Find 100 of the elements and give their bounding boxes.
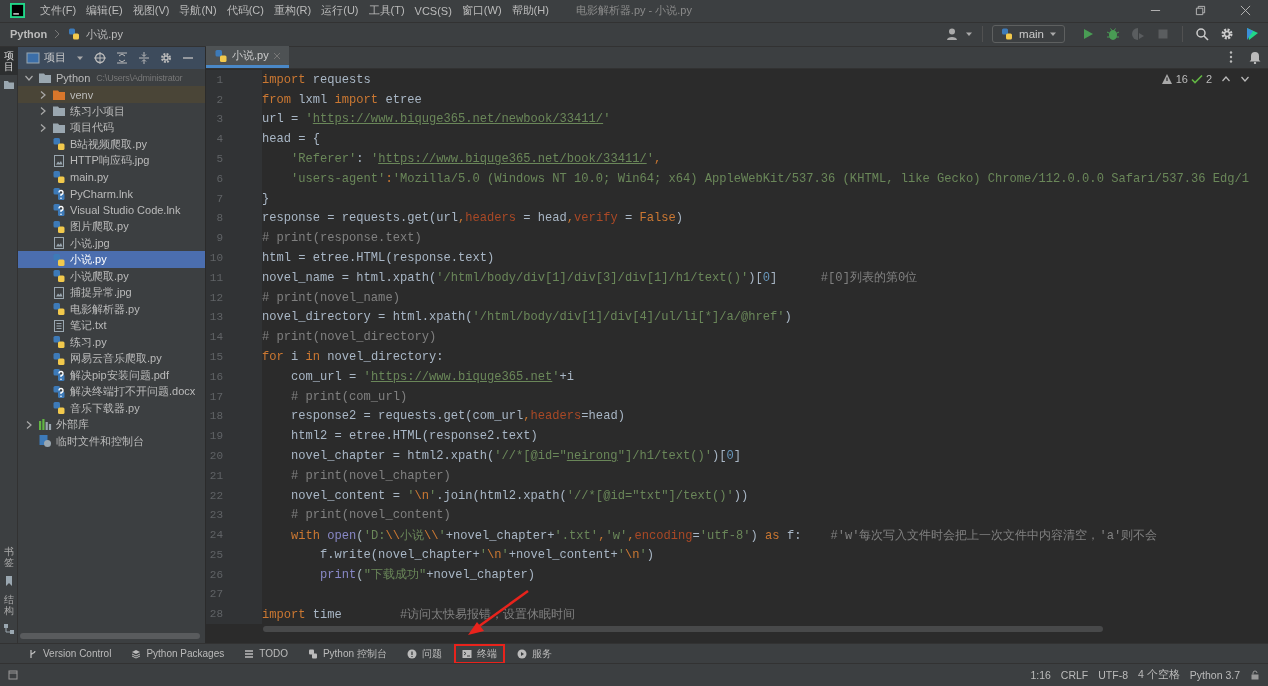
side-tab[interactable]: 书签 [0, 543, 18, 572]
settings-icon[interactable] [160, 51, 172, 64]
tree-item[interactable]: 解决终端打不开问题.docx [18, 383, 205, 400]
tree-item[interactable]: 解决pip安装问题.pdf [18, 366, 205, 384]
menu-item[interactable]: VCS(S) [409, 4, 457, 17]
tool-window-button[interactable]: TODO [236, 643, 296, 664]
code-line: print("下载成功"+novel_chapter) [319, 567, 535, 584]
code-line: with open('D:\\小说\\'+novel_chapter+'.txt','w',encoding='utf-8') as f: #'w'每次写入文件时会把上一次文件中内容清空，'a'则不会 [290, 527, 1158, 544]
tree-item[interactable]: PyCharm.lnk [18, 185, 205, 202]
menu-item[interactable]: 导航(N) [174, 3, 222, 19]
tool-window-button[interactable]: Python Packages [123, 643, 233, 664]
window-icon [26, 50, 40, 65]
tree-item[interactable]: venv [18, 86, 205, 103]
expand-all-icon[interactable] [116, 51, 128, 64]
run-icon[interactable] [1081, 27, 1095, 42]
window-title: 电影解析器.py - 小说.py [575, 3, 692, 19]
layers-icon [131, 648, 142, 659]
code-line: html2 = etree.HTML(response2.text) [290, 429, 538, 444]
locate-icon[interactable] [94, 51, 106, 64]
app-badge-icon[interactable] [1245, 27, 1259, 42]
menu-item[interactable]: 工具(T) [363, 3, 410, 19]
status-item[interactable]: CRLF [1060, 669, 1089, 682]
code-line: # print(novel_content) [290, 508, 451, 523]
tree-item[interactable]: main.py [18, 168, 205, 186]
run-configuration-selector[interactable]: main [992, 25, 1065, 44]
python-file-icon [52, 351, 66, 366]
tool-window-button[interactable]: 服务 [508, 643, 560, 664]
tree-item[interactable]: 练习.py [18, 333, 205, 351]
menu-item[interactable]: 窗口(W) [456, 3, 507, 19]
panel-selector[interactable]: 项目 [22, 50, 70, 66]
image-file-icon [52, 236, 66, 251]
code-line: 'users-agent':'Mozilla/5.0 (Windows NT 10.0; Win64; x64) AppleWebKit/537.36 (KHTML, like Gecko) Chrome/112.0.0.0 Safari/537.36 Edg/1 [290, 171, 1250, 186]
menu-item[interactable]: 代码(C) [221, 3, 269, 19]
tree-item[interactable]: 外部库 [18, 416, 205, 433]
side-tab[interactable]: 项目 [0, 46, 18, 75]
check-icon [1190, 72, 1203, 85]
menu-item[interactable]: 重构(R) [268, 3, 317, 19]
bug-icon[interactable] [1106, 27, 1120, 42]
side-tab[interactable]: 结构 [0, 591, 18, 620]
menu-item[interactable]: 视图(V) [127, 3, 175, 19]
search-icon[interactable] [1195, 27, 1209, 42]
restore-icon[interactable] [1195, 5, 1206, 17]
code-line: # print(novel_directory) [262, 330, 437, 345]
editor-tab[interactable]: 小说.py [206, 46, 289, 69]
menu-item[interactable]: 编辑(E) [81, 3, 128, 19]
tree-item[interactable]: 临时文件和控制台 [18, 432, 205, 450]
text-file-icon [52, 318, 66, 333]
info-icon [406, 648, 417, 659]
status-item[interactable]: Python 3.7 [1189, 669, 1240, 682]
menu-item[interactable]: 运行(U) [316, 3, 364, 19]
terminal-icon [461, 648, 472, 659]
weak-warning-count[interactable]: 2 [1205, 72, 1212, 85]
menu-item[interactable]: 帮助(H) [506, 3, 554, 19]
tree-item[interactable]: 项目代码 [18, 119, 205, 136]
code-line: import requests [262, 72, 371, 87]
python-file-icon [52, 269, 66, 284]
settings-icon[interactable] [1220, 27, 1234, 42]
tree-item[interactable]: 捕捉异常.jpg [18, 284, 205, 301]
python-icon [1000, 27, 1015, 42]
menu-item[interactable]: 文件(F) [35, 3, 82, 19]
tree-item[interactable]: Visual Studio Code.lnk [18, 201, 205, 219]
tree-item[interactable]: 电影解析器.py [18, 300, 205, 318]
python-file-icon [52, 219, 66, 234]
tool-window-button[interactable]: Version Control [20, 643, 120, 664]
lock-icon[interactable] [1250, 670, 1260, 681]
breadcrumb-item[interactable]: Python [10, 28, 48, 41]
scrollbar-thumb[interactable] [263, 626, 1103, 633]
tree-item[interactable]: 练习小项目 [18, 102, 205, 120]
tree-item[interactable]: 小说.jpg [18, 234, 205, 252]
status-item[interactable]: 4 个空格 [1138, 668, 1180, 683]
tree-item[interactable]: HTTP响应码.jpg [18, 152, 205, 169]
python-file-icon [214, 48, 228, 63]
folder-icon [2, 78, 15, 91]
tree-item[interactable]: 网易云音乐爬取.py [18, 350, 205, 367]
close-icon[interactable] [1240, 5, 1251, 17]
tree-item[interactable]: 图片爬取.py [18, 218, 205, 235]
tree-item[interactable]: 小说.py [18, 251, 205, 268]
tree-item[interactable]: 音乐下载器.py [18, 399, 205, 417]
warning-count[interactable]: 16 [1175, 72, 1188, 85]
code-line: 'Referer': 'https://www.biquge365.net/book/33411/', [290, 151, 662, 166]
tree-item[interactable]: 小说爬取.py [18, 267, 205, 285]
code-line: html = etree.HTML(response.text) [262, 250, 495, 265]
collapse-all-icon[interactable] [138, 51, 150, 64]
layout-icon[interactable] [8, 670, 18, 681]
code-line: # print(response.text) [262, 231, 422, 246]
scrollbar-thumb[interactable] [20, 633, 200, 640]
breadcrumb-item[interactable]: 小说.py [86, 26, 123, 42]
bell-icon[interactable] [1248, 50, 1262, 65]
warning-icon [1160, 72, 1173, 85]
status-item[interactable]: 1:16 [1030, 669, 1051, 682]
library-icon [38, 417, 52, 432]
scratch-file-icon [38, 434, 52, 449]
status-item[interactable]: UTF-8 [1098, 669, 1129, 682]
tree-item[interactable]: B站视频爬取.py [18, 135, 205, 153]
play-icon [516, 648, 527, 659]
code-line: novel_directory = html.xpath('/html/body/div[1]/div[4]/ul/li[*]/a/@href') [262, 310, 792, 325]
tool-window-button[interactable]: Python 控制台 [299, 643, 395, 664]
tree-item[interactable]: 笔记.txt [18, 317, 205, 334]
branch-icon [28, 648, 38, 659]
tool-window-button[interactable]: 问题 [398, 643, 450, 664]
